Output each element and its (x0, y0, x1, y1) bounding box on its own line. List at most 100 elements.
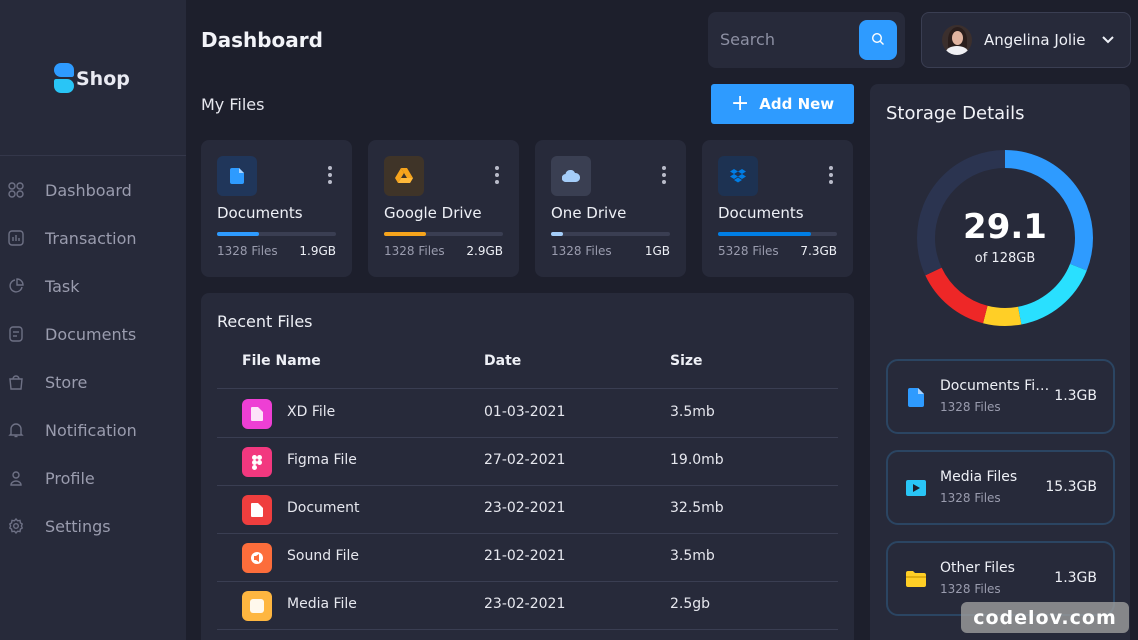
table-row[interactable]: XD File 01-03-2021 3.5mb (217, 390, 838, 438)
add-new-label: Add New (759, 95, 835, 113)
file-name: Document (287, 500, 360, 516)
sidebar-item-label: Notification (45, 420, 137, 440)
card-name: Documents (718, 204, 804, 222)
sidebar-item-label: Transaction (45, 228, 137, 248)
file-card-dropbox[interactable]: Documents 5328 Files 7.3GB (702, 140, 853, 277)
document-icon (8, 326, 24, 342)
sidebar-item-label: Settings (45, 516, 111, 536)
card-file-count: 1328 Files (384, 244, 445, 258)
file-size: 3.5mb (670, 548, 715, 564)
storage-total-label: of 128GB (974, 251, 1036, 266)
google-drive-icon (384, 156, 424, 196)
sidebar-item-transaction[interactable]: Transaction (0, 214, 186, 262)
pie-icon (8, 278, 24, 294)
sidebar-item-profile[interactable]: Profile (0, 454, 186, 502)
my-files-title: My Files (201, 95, 265, 114)
file-name: Sound File (287, 548, 359, 564)
sidebar-item-store[interactable]: Store (0, 358, 186, 406)
sidebar-nav: Dashboard Transaction Task Documents Sto… (0, 166, 186, 550)
bell-icon (8, 422, 24, 438)
file-card-one-drive[interactable]: One Drive 1328 Files 1GB (535, 140, 686, 277)
storage-item-name: Other Files (940, 560, 1015, 576)
card-file-count: 1328 Files (551, 244, 612, 258)
media-icon (906, 478, 926, 498)
file-card-google-drive[interactable]: Google Drive 1328 Files 2.9GB (368, 140, 519, 277)
sidebar-item-documents[interactable]: Documents (0, 310, 186, 358)
sidebar-item-label: Profile (45, 468, 95, 488)
more-menu-icon[interactable] (328, 166, 332, 184)
storage-donut-chart: 29.1 of 128GB (914, 147, 1096, 329)
file-date: 23-02-2021 (484, 500, 566, 516)
table-row[interactable]: Sound File 21-02-2021 3.5mb (217, 534, 838, 582)
storage-progress-bar (551, 232, 670, 236)
dropbox-icon (718, 156, 758, 196)
storage-title: Storage Details (886, 103, 1025, 124)
sound-icon (242, 543, 272, 573)
storage-item-count: 1328 Files (940, 582, 1001, 596)
figma-icon (242, 447, 272, 477)
storage-item-size: 15.3GB (1045, 479, 1097, 495)
watermark: codelov.com (961, 602, 1129, 633)
file-size: 19.0mb (670, 452, 724, 468)
brand-name: Shop (76, 68, 130, 90)
table-body: XD File 01-03-2021 3.5mb Figma File 27-0… (217, 390, 838, 630)
table-row[interactable]: Figma File 27-02-2021 19.0mb (217, 438, 838, 486)
folder-icon (906, 569, 926, 589)
storage-progress-bar (217, 232, 336, 236)
cloud-icon (551, 156, 591, 196)
storage-item-count: 1328 Files (940, 491, 1001, 505)
document-icon (242, 495, 272, 525)
sidebar-item-task[interactable]: Task (0, 262, 186, 310)
more-menu-icon[interactable] (829, 166, 833, 184)
more-menu-icon[interactable] (662, 166, 666, 184)
file-name: Figma File (287, 452, 357, 468)
user-icon (8, 470, 24, 486)
storage-item-documents[interactable]: Documents Files 1328 Files 1.3GB (886, 359, 1115, 434)
bag-icon (8, 374, 24, 390)
user-name: Angelina Jolie (984, 31, 1086, 49)
grid-icon (8, 182, 24, 198)
add-new-button[interactable]: + Add New (711, 84, 854, 124)
file-size: 2.5gb (670, 596, 711, 612)
page-title: Dashboard (201, 28, 323, 52)
column-header-size[interactable]: Size (670, 353, 703, 369)
column-header-file-name[interactable]: File Name (242, 353, 321, 369)
sidebar: Shop Dashboard Transaction Task Document… (0, 0, 186, 640)
chart-icon (8, 230, 24, 246)
storage-item-name: Documents Files (940, 378, 1052, 394)
more-menu-icon[interactable] (495, 166, 499, 184)
sidebar-item-label: Task (45, 276, 80, 296)
avatar (942, 25, 972, 55)
column-header-date[interactable]: Date (484, 353, 521, 369)
file-card-documents[interactable]: Documents 1328 Files 1.9GB (201, 140, 352, 277)
sidebar-item-dashboard[interactable]: Dashboard (0, 166, 186, 214)
recent-files-title: Recent Files (217, 312, 313, 331)
storage-item-media[interactable]: Media Files 1328 Files 15.3GB (886, 450, 1115, 525)
card-file-count: 1328 Files (217, 244, 278, 258)
file-date: 27-02-2021 (484, 452, 566, 468)
sidebar-item-label: Documents (45, 324, 137, 344)
document-icon (217, 156, 257, 196)
file-name: XD File (287, 404, 336, 420)
table-row[interactable]: Document 23-02-2021 32.5mb (217, 486, 838, 534)
sidebar-divider (0, 155, 186, 156)
user-menu[interactable]: Angelina Jolie (921, 12, 1131, 68)
brand-logo[interactable]: Shop (54, 63, 130, 95)
sidebar-item-settings[interactable]: Settings (0, 502, 186, 550)
search-input[interactable] (720, 24, 860, 54)
file-date: 21-02-2021 (484, 548, 566, 564)
table-row[interactable]: Media File 23-02-2021 2.5gb (217, 582, 838, 630)
table-header: File Name Date Size (217, 341, 838, 389)
storage-item-size: 1.3GB (1054, 388, 1097, 404)
file-size: 32.5mb (670, 500, 724, 516)
sidebar-item-label: Dashboard (45, 180, 132, 200)
recent-files-panel: Recent Files File Name Date Size XD File… (201, 293, 854, 640)
storage-panel: Storage Details 29.1 of 128GB Documents … (870, 84, 1130, 640)
chevron-down-icon (1101, 35, 1115, 45)
search-icon (871, 31, 885, 50)
search-button[interactable] (859, 20, 897, 60)
media-icon (242, 591, 272, 621)
card-size: 1.9GB (299, 244, 336, 258)
sidebar-item-label: Store (45, 372, 88, 392)
sidebar-item-notification[interactable]: Notification (0, 406, 186, 454)
